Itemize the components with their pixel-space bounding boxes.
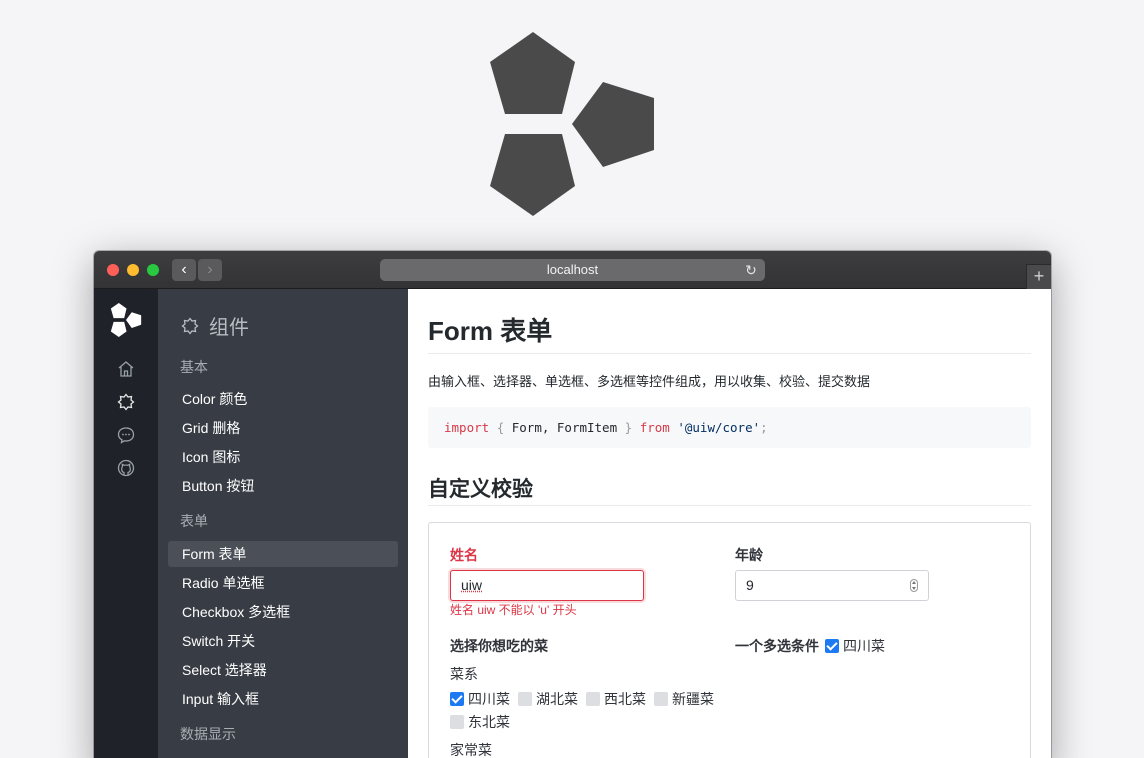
multi-condition-checkbox[interactable] — [825, 639, 839, 653]
sidebar-group-basic: 基本 — [180, 359, 208, 375]
sidebar-item-color[interactable]: Color 颜色 — [168, 386, 398, 412]
component-icon — [181, 316, 199, 335]
checkbox-sichuan[interactable] — [450, 692, 464, 706]
validation-form: 姓名 uiw 姓名 uiw 不能以 'u' 开头 年龄 9 选择你想吃的菜 一个… — [428, 522, 1031, 758]
sidebar-item-form[interactable]: Form 表单 — [168, 541, 398, 567]
cuisine-option-hubei[interactable]: 湖北菜 — [518, 689, 578, 709]
minimize-window-button[interactable] — [127, 264, 139, 276]
cuisine-label-northwest: 西北菜 — [604, 691, 646, 707]
page-title: Form 表单 — [428, 316, 553, 346]
code-brace-open: { — [496, 420, 505, 435]
name-error-message: 姓名 uiw 不能以 'u' 开头 — [450, 603, 577, 617]
sidebar-group-form: 表单 — [180, 513, 208, 529]
browser-window: ‹ › localhost ↻ + 组件 基本 Color 颜色 Grid 删格… — [94, 251, 1051, 758]
code-import-keyword: import — [444, 420, 490, 435]
sidebar-group-data-display: 数据显示 — [180, 726, 236, 742]
number-stepper-icon[interactable] — [910, 579, 918, 592]
checkbox-northeast[interactable] — [450, 715, 464, 729]
dish-label: 选择你想吃的菜 — [450, 638, 548, 654]
sidebar-title-text: 组件 — [209, 317, 249, 339]
checkbox-northwest[interactable] — [586, 692, 600, 706]
cuisine-option-northeast[interactable]: 东北菜 — [450, 712, 510, 732]
name-label: 姓名 — [450, 547, 478, 563]
name-input[interactable]: uiw — [450, 570, 644, 601]
multi-condition-label: 一个多选条件 — [735, 638, 819, 654]
cuisine-option-xinjiang[interactable]: 新疆菜 — [654, 689, 714, 709]
page-description: 由输入框、选择器、单选框、多选框等控件组成，用以收集、校验、提交数据 — [428, 374, 871, 389]
message-icon[interactable] — [116, 425, 136, 445]
uiw-logo-large — [490, 32, 654, 216]
address-bar[interactable]: localhost ↻ — [380, 259, 765, 281]
home-cooking-label: 家常菜 — [450, 742, 492, 758]
code-semicolon: ; — [760, 420, 768, 435]
code-brace-close: } — [624, 420, 633, 435]
address-text: localhost — [546, 262, 599, 277]
new-tab-button[interactable]: + — [1026, 264, 1051, 289]
main-content: Form 表单 由输入框、选择器、单选框、多选框等控件组成，用以收集、校验、提交… — [408, 289, 1051, 758]
sidebar-item-radio[interactable]: Radio 单选框 — [168, 570, 398, 596]
sidebar-nav: 组件 基本 Color 颜色 Grid 删格 Icon 图标 Button 按钮… — [158, 289, 408, 758]
forward-button[interactable]: › — [198, 259, 222, 281]
component-icon[interactable] — [116, 392, 136, 412]
cuisine-checkbox-row-1: 四川菜 湖北菜 西北菜 新疆菜 — [450, 689, 722, 709]
cuisine-label-xinjiang: 新疆菜 — [672, 691, 714, 707]
age-label: 年龄 — [735, 547, 763, 563]
sidebar-item-grid[interactable]: Grid 删格 — [168, 415, 398, 441]
sidebar-item-icon[interactable]: Icon 图标 — [168, 444, 398, 470]
age-input-value: 9 — [746, 577, 754, 593]
sidebar-item-input[interactable]: Input 输入框 — [168, 686, 398, 712]
section-divider — [428, 505, 1031, 506]
sidebar-item-checkbox[interactable]: Checkbox 多选框 — [168, 599, 398, 625]
icon-bar — [94, 289, 158, 758]
code-from-keyword: from — [639, 420, 670, 435]
sidebar-item-select[interactable]: Select 选择器 — [168, 657, 398, 683]
cuisine-label: 菜系 — [450, 666, 478, 682]
home-icon[interactable] — [116, 359, 136, 379]
cuisine-label-northeast: 东北菜 — [468, 714, 510, 730]
cuisine-label-hubei: 湖北菜 — [536, 691, 578, 707]
multi-condition-row: 一个多选条件 四川菜 — [735, 636, 885, 656]
back-button[interactable]: ‹ — [172, 259, 196, 281]
code-import-names: Form, FormItem — [511, 420, 618, 435]
sidebar-item-switch[interactable]: Switch 开关 — [168, 628, 398, 654]
sidebar-item-button[interactable]: Button 按钮 — [168, 473, 398, 499]
browser-titlebar: ‹ › localhost ↻ + — [94, 251, 1051, 289]
title-divider — [428, 353, 1031, 354]
reload-icon[interactable]: ↻ — [743, 259, 759, 281]
multi-condition-option: 四川菜 — [843, 638, 885, 654]
checkbox-xinjiang[interactable] — [654, 692, 668, 706]
close-window-button[interactable] — [107, 264, 119, 276]
uiw-logo-icon[interactable] — [110, 303, 142, 337]
age-input[interactable]: 9 — [735, 570, 929, 601]
section-title: 自定义校验 — [428, 478, 533, 501]
checkbox-hubei[interactable] — [518, 692, 532, 706]
sidebar-title: 组件 — [180, 311, 249, 340]
cuisine-option-northwest[interactable]: 西北菜 — [586, 689, 646, 709]
zoom-window-button[interactable] — [147, 264, 159, 276]
cuisine-label-sichuan: 四川菜 — [468, 691, 510, 707]
cuisine-option-sichuan[interactable]: 四川菜 — [450, 689, 510, 709]
import-code-block: import { Form, FormItem } from '@uiw/cor… — [428, 407, 1031, 448]
cuisine-checkbox-row-2: 东北菜 — [450, 712, 518, 732]
name-input-value: uiw — [461, 577, 483, 593]
github-icon[interactable] — [116, 458, 136, 478]
code-module-string: '@uiw/core' — [677, 420, 761, 435]
